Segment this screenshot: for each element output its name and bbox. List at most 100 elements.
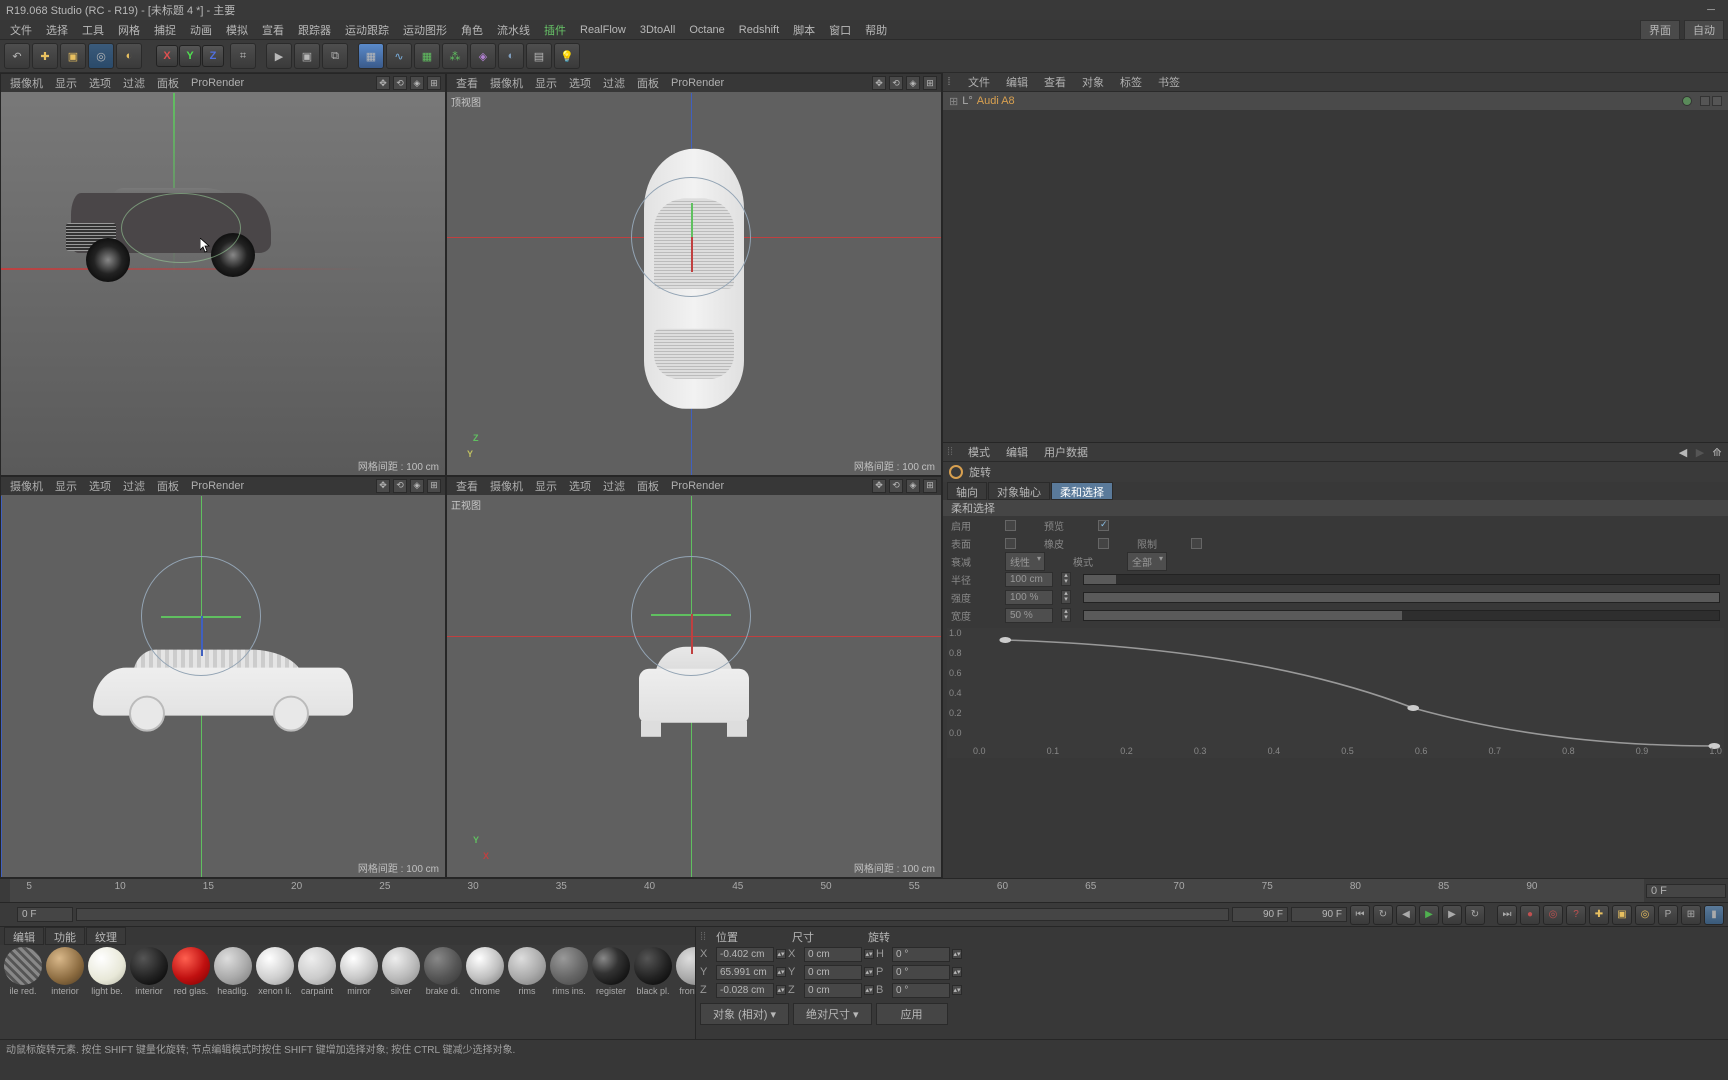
editor-vis-icon[interactable]	[1700, 96, 1710, 106]
mat-tab-功能[interactable]: 功能	[45, 927, 85, 945]
material-black pl.[interactable]: black pl.	[632, 947, 674, 1037]
obj-tab-书签[interactable]: 书签	[1151, 73, 1187, 91]
menu-工具[interactable]: 工具	[76, 20, 110, 40]
material-xenon li.[interactable]: xenon li.	[254, 947, 296, 1037]
vp-nav-icon-1[interactable]: ⟲	[889, 479, 903, 493]
vp-menu-显示[interactable]: 显示	[50, 477, 82, 495]
undo-icon[interactable]: ↶	[4, 43, 30, 69]
obj-tab-文件[interactable]: 文件	[961, 73, 997, 91]
vp-menu-显示[interactable]: 显示	[530, 477, 562, 495]
material-rims ins.[interactable]: rims ins.	[548, 947, 590, 1037]
checkbox-preview[interactable]	[1098, 520, 1109, 531]
key-scale-icon[interactable]: ▣	[1612, 905, 1632, 925]
obj-tab-查看[interactable]: 查看	[1037, 73, 1073, 91]
coord-rel-dropdown[interactable]: 对象 (相对) ▾	[700, 1003, 789, 1025]
vp-menu-ProRender[interactable]: ProRender	[666, 76, 729, 90]
material-mirror[interactable]: mirror	[338, 947, 380, 1037]
viewport-side[interactable]: 摄像机显示选项过滤面板ProRender✥⟲◈⊞ 网格间距 : 100 cm	[0, 476, 446, 879]
attr-tab-1[interactable]: 对象轴心	[988, 482, 1050, 500]
obj-tab-对象[interactable]: 对象	[1075, 73, 1111, 91]
spinner-radius[interactable]: ▴▾	[1061, 572, 1071, 586]
menu-帮助[interactable]: 帮助	[859, 20, 893, 40]
axis-z-button[interactable]: Z	[202, 45, 224, 67]
material-light be.[interactable]: light be.	[86, 947, 128, 1037]
vp-nav-icon-2[interactable]: ◈	[410, 76, 424, 90]
key-icon[interactable]: ?	[1566, 905, 1586, 925]
menu-运动图形[interactable]: 运动图形	[397, 20, 453, 40]
vp-menu-摄像机[interactable]: 摄像机	[5, 74, 48, 92]
vp-menu-过滤[interactable]: 过滤	[118, 477, 150, 495]
vp-nav-icon-1[interactable]: ⟲	[393, 479, 407, 493]
material-interior[interactable]: interior	[44, 947, 86, 1037]
loop-icon[interactable]: ↻	[1373, 905, 1393, 925]
vp-nav-icon-0[interactable]: ✥	[872, 76, 886, 90]
timeline-current[interactable]: 0 F	[1646, 884, 1726, 898]
vp-menu-选项[interactable]: 选项	[84, 477, 116, 495]
vp-nav-icon-1[interactable]: ⟲	[393, 76, 407, 90]
spline-icon[interactable]: ∿	[386, 43, 412, 69]
vp-nav-icon-0[interactable]: ✥	[376, 479, 390, 493]
coord-apply-button[interactable]: 应用	[876, 1003, 948, 1025]
input-strength[interactable]: 100 %	[1005, 590, 1053, 605]
vp-menu-选项[interactable]: 选项	[564, 74, 596, 92]
pos-y-input[interactable]: 65.991 cm	[716, 965, 774, 980]
live-select-icon[interactable]: ✚	[32, 43, 58, 69]
vp-menu-面板[interactable]: 面板	[632, 74, 664, 92]
material-interior[interactable]: interior	[128, 947, 170, 1037]
key-sel-icon[interactable]: ▮	[1704, 905, 1724, 925]
vp-menu-显示[interactable]: 显示	[50, 74, 82, 92]
vp-nav-icon-2[interactable]: ◈	[410, 479, 424, 493]
menu-网格[interactable]: 网格	[112, 20, 146, 40]
deformer-icon[interactable]: ◈	[470, 43, 496, 69]
render-picture-icon[interactable]: ⧉	[322, 43, 348, 69]
menu-模拟[interactable]: 模拟	[220, 20, 254, 40]
attr-tab-2[interactable]: 柔和选择	[1051, 482, 1113, 500]
input-width[interactable]: 50 %	[1005, 608, 1053, 623]
rot-p-input[interactable]: 0 °	[892, 965, 950, 980]
loop2-icon[interactable]: ↻	[1465, 905, 1485, 925]
axis-x-button[interactable]: X	[156, 45, 178, 67]
next-frame-icon[interactable]: ▶	[1442, 905, 1462, 925]
material-silver[interactable]: silver	[380, 947, 422, 1037]
array-icon[interactable]: ⁂	[442, 43, 468, 69]
slider-strength[interactable]	[1083, 592, 1720, 603]
viewport-front[interactable]: 查看摄像机显示选项过滤面板ProRender✥⟲◈⊞ 正视图 YX 网格间距 :	[446, 476, 942, 879]
menu-运动跟踪[interactable]: 运动跟踪	[339, 20, 395, 40]
record-icon[interactable]: ●	[1520, 905, 1540, 925]
mat-tab-纹理[interactable]: 纹理	[86, 927, 126, 945]
key-rot-icon[interactable]: ◎	[1635, 905, 1655, 925]
menu-插件[interactable]: 插件	[538, 20, 572, 40]
material-red glas.[interactable]: red glas.	[170, 947, 212, 1037]
checkbox-enable[interactable]	[1005, 520, 1016, 531]
checkbox-surface[interactable]	[1005, 538, 1016, 549]
menu-选择[interactable]: 选择	[40, 20, 74, 40]
object-row-audi[interactable]: ⊞ L° Audi A8	[943, 92, 1728, 110]
autokey-icon[interactable]: ◎	[1543, 905, 1563, 925]
size-y-input[interactable]: 0 cm	[804, 965, 862, 980]
vp-nav-icon-0[interactable]: ✥	[376, 76, 390, 90]
vp-menu-摄像机[interactable]: 摄像机	[485, 74, 528, 92]
environment-icon[interactable]: ◐	[498, 43, 524, 69]
menu-窗口[interactable]: 窗口	[823, 20, 857, 40]
menu-3DtoAll[interactable]: 3DtoAll	[634, 22, 681, 38]
mat-tab-编辑[interactable]: 编辑	[4, 927, 44, 945]
menu-跟踪器[interactable]: 跟踪器	[292, 20, 337, 40]
dropdown-falloff[interactable]: 线性	[1005, 552, 1045, 571]
key-pos-icon[interactable]: ✚	[1589, 905, 1609, 925]
time-total-field[interactable]: 90 F	[1291, 907, 1347, 922]
scale-icon[interactable]: ◐	[116, 43, 142, 69]
material-rims[interactable]: rims	[506, 947, 548, 1037]
menu-捕捉[interactable]: 捕捉	[148, 20, 182, 40]
checkbox-rubber[interactable]	[1098, 538, 1109, 549]
size-x-input[interactable]: 0 cm	[804, 947, 862, 962]
menu-Octane[interactable]: Octane	[683, 22, 730, 38]
menu-动画[interactable]: 动画	[184, 20, 218, 40]
material-chrome[interactable]: chrome	[464, 947, 506, 1037]
coord-system-icon[interactable]: ⌗	[230, 43, 256, 69]
goto-start-icon[interactable]: ⏮	[1350, 905, 1370, 925]
spinner-width[interactable]: ▴▾	[1061, 608, 1071, 622]
play-icon[interactable]: ▶	[1419, 905, 1439, 925]
material-carpaint[interactable]: carpaint	[296, 947, 338, 1037]
key-grid-icon[interactable]: ⊞	[1681, 905, 1701, 925]
interface-button[interactable]: 界面	[1640, 20, 1680, 40]
